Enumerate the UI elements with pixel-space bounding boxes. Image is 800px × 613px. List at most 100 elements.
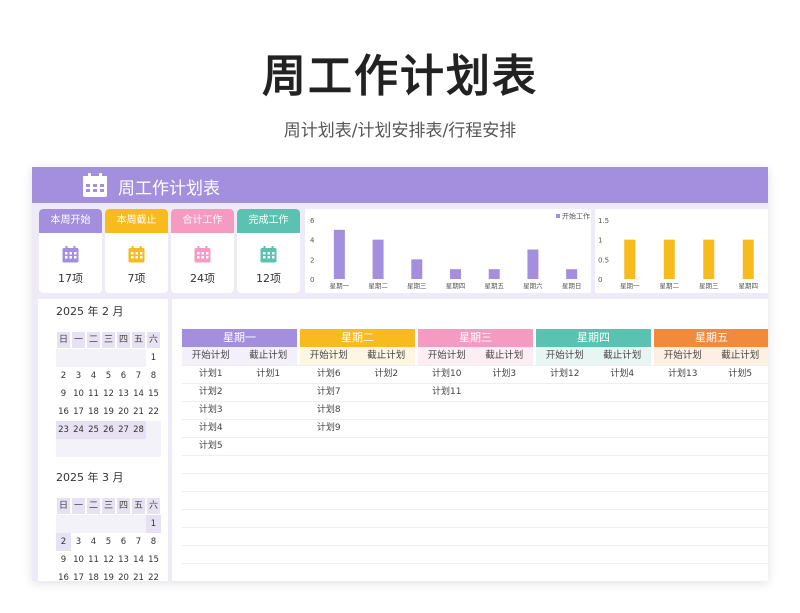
calendar-day[interactable]: 19 xyxy=(101,569,116,581)
calendar-day[interactable]: 28 xyxy=(131,421,146,439)
calendar-day[interactable]: 18 xyxy=(86,403,101,421)
calendar-day[interactable] xyxy=(146,439,161,457)
calendar-day[interactable]: 14 xyxy=(131,551,146,569)
calendar-day[interactable]: 16 xyxy=(56,569,71,581)
calendar-weekday: 二 xyxy=(86,331,101,349)
y-tick-label: 6 xyxy=(310,217,315,225)
calendar-day[interactable]: 15 xyxy=(146,551,161,569)
x-tick-label: 星期日 xyxy=(562,282,582,290)
calendar-day[interactable]: 9 xyxy=(56,385,71,403)
calendar-day[interactable]: 21 xyxy=(131,403,146,421)
calendar-day[interactable]: 3 xyxy=(71,367,86,385)
calendar-day[interactable]: 5 xyxy=(101,533,116,551)
calendar-day[interactable] xyxy=(116,439,131,457)
calendar-day[interactable]: 3 xyxy=(71,533,86,551)
calendar-day[interactable] xyxy=(116,349,131,367)
calendar-day[interactable]: 25 xyxy=(86,421,101,439)
task-item[interactable]: 计划12 xyxy=(536,365,594,383)
calendar-day[interactable] xyxy=(56,515,71,533)
calendar-day[interactable] xyxy=(131,515,146,533)
calendar-day[interactable]: 23 xyxy=(56,421,71,439)
chart-bar xyxy=(703,239,715,279)
task-item[interactable]: 计划6 xyxy=(300,365,358,383)
calendar-day[interactable]: 16 xyxy=(56,403,71,421)
calendar-day[interactable] xyxy=(131,349,146,367)
calendar-day[interactable]: 11 xyxy=(86,551,101,569)
task-item[interactable]: 计划2 xyxy=(182,383,240,401)
calendar-day[interactable]: 15 xyxy=(146,385,161,403)
task-item[interactable]: 计划5 xyxy=(182,437,240,455)
calendar-day[interactable]: 8 xyxy=(146,367,161,385)
calendar-day[interactable]: 11 xyxy=(86,385,101,403)
calendar-day[interactable]: 1 xyxy=(146,349,161,367)
calendar-day[interactable]: 9 xyxy=(56,551,71,569)
calendar-day[interactable]: 8 xyxy=(146,533,161,551)
task-item[interactable]: 计划1 xyxy=(182,365,240,383)
task-item[interactable]: 计划8 xyxy=(300,401,358,419)
calendar-day[interactable]: 1 xyxy=(146,515,161,533)
calendar-day[interactable]: 4 xyxy=(86,367,101,385)
calendar-day[interactable] xyxy=(86,515,101,533)
start-plan-column: 计划6 计划7 计划8 计划9 xyxy=(300,365,358,437)
calendar-day[interactable]: 5 xyxy=(101,367,116,385)
calendar-day[interactable]: 14 xyxy=(131,385,146,403)
calendar-day[interactable]: 7 xyxy=(131,533,146,551)
calendar-day[interactable] xyxy=(131,439,146,457)
calendar-day[interactable] xyxy=(71,515,86,533)
sub-header: 开始计划 截止计划 xyxy=(536,347,651,365)
task-item[interactable]: 计划3 xyxy=(182,401,240,419)
calendar-day[interactable] xyxy=(101,349,116,367)
calendar-day[interactable]: 20 xyxy=(116,569,131,581)
calendar-day[interactable] xyxy=(116,515,131,533)
calendar-day[interactable]: 12 xyxy=(101,385,116,403)
calendar-day[interactable]: 22 xyxy=(146,403,161,421)
calendar-day[interactable]: 27 xyxy=(116,421,131,439)
task-item[interactable]: 计划5 xyxy=(712,365,769,383)
calendar-day[interactable]: 19 xyxy=(101,403,116,421)
calendar-day[interactable]: 12 xyxy=(101,551,116,569)
end-plan-header: 截止计划 xyxy=(249,350,288,361)
task-item[interactable]: 计划3 xyxy=(476,365,534,383)
calendar-day[interactable]: 24 xyxy=(71,421,86,439)
task-item[interactable]: 计划7 xyxy=(300,383,358,401)
calendar-day[interactable]: 17 xyxy=(71,569,86,581)
calendar-day[interactable]: 10 xyxy=(71,551,86,569)
calendar-day[interactable]: 17 xyxy=(71,403,86,421)
calendar-day[interactable] xyxy=(71,439,86,457)
sub-header: 开始计划 截止计划 xyxy=(418,347,533,365)
task-item[interactable]: 计划9 xyxy=(300,419,358,437)
calendar-day[interactable]: 2 xyxy=(56,367,71,385)
calendar-day[interactable] xyxy=(101,439,116,457)
calendar-day[interactable]: 26 xyxy=(101,421,116,439)
calendar-day[interactable]: 21 xyxy=(131,569,146,581)
calendar-day[interactable]: 4 xyxy=(86,533,101,551)
task-item[interactable]: 计划4 xyxy=(594,365,652,383)
calendar-day[interactable]: 7 xyxy=(131,367,146,385)
task-item[interactable]: 计划1 xyxy=(240,365,298,383)
task-item[interactable]: 计划11 xyxy=(418,383,476,401)
calendar-day[interactable]: 6 xyxy=(116,367,131,385)
calendar-day[interactable] xyxy=(86,349,101,367)
calendar-day[interactable]: 13 xyxy=(116,385,131,403)
calendar-day[interactable]: 20 xyxy=(116,403,131,421)
calendar-day[interactable] xyxy=(146,421,161,439)
calendar-day[interactable]: 10 xyxy=(71,385,86,403)
task-item[interactable]: 计划13 xyxy=(654,365,712,383)
calendar-day[interactable]: 13 xyxy=(116,551,131,569)
calendar-day[interactable]: 18 xyxy=(86,569,101,581)
calendar-day[interactable] xyxy=(56,349,71,367)
calendar-day[interactable] xyxy=(56,439,71,457)
calendar-month-title: 2025 年 3 月 xyxy=(56,471,124,484)
calendar-day[interactable] xyxy=(86,439,101,457)
task-item[interactable]: 计划2 xyxy=(358,365,416,383)
calendar-day[interactable] xyxy=(71,349,86,367)
task-item[interactable]: 计划10 xyxy=(418,365,476,383)
grid-line xyxy=(182,455,768,456)
calendar-day[interactable]: 2 xyxy=(56,533,71,551)
calendar-day[interactable]: 6 xyxy=(116,533,131,551)
task-item[interactable]: 计划4 xyxy=(182,419,240,437)
calendar-day[interactable]: 22 xyxy=(146,569,161,581)
calendar-day[interactable] xyxy=(101,515,116,533)
stat-card: 完成工作 12项 xyxy=(237,209,300,293)
calendar-weekday: 四 xyxy=(116,331,131,349)
